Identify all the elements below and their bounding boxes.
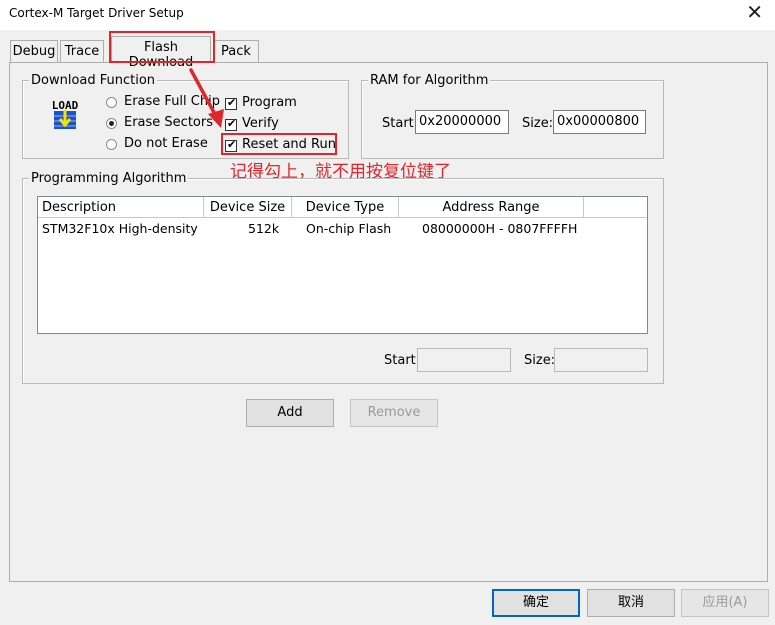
check-icon: ✔ [227, 117, 237, 130]
programming-algorithm-legend: Programming Algorithm [29, 171, 189, 186]
remove-button[interactable]: Remove [350, 399, 438, 427]
tab-pack[interactable]: Pack [213, 40, 259, 62]
cell-address-range: 08000000H - 0807FFFFH [422, 221, 578, 236]
check-icon: ✔ [227, 138, 237, 151]
download-function-legend: Download Function [29, 73, 158, 88]
check-icon: ✔ [227, 96, 237, 109]
cell-device-size: 512k [248, 221, 280, 236]
column-header-address-range[interactable]: Address Range [399, 197, 584, 218]
title-bar: Cortex-M Target Driver Setup ✕ [0, 0, 775, 30]
tab-debug[interactable]: Debug [10, 40, 58, 62]
cell-description: STM32F10x High-density ... [42, 221, 202, 236]
load-icon: LOAD [48, 98, 82, 132]
list-header: Description Device Size Device Type Addr… [38, 197, 647, 218]
checkbox-label: Reset and Run [242, 137, 336, 152]
ok-button[interactable]: 确定 [492, 589, 580, 617]
cell-device-type: On-chip Flash [306, 221, 392, 236]
cancel-button[interactable]: 取消 [587, 589, 675, 617]
tab-trace[interactable]: Trace [60, 40, 104, 62]
close-icon[interactable]: ✕ [746, 2, 763, 22]
radio-label: Erase Sectors [124, 115, 213, 130]
column-header-device-type[interactable]: Device Type [292, 197, 399, 218]
apply-button[interactable]: 应用(A) [681, 589, 769, 617]
tab-flash-download[interactable]: Flash Download [111, 36, 211, 70]
radio-label: Do not Erase [124, 136, 208, 151]
window-title: Cortex-M Target Driver Setup [9, 6, 184, 20]
ram-size-label: Size: [522, 116, 554, 131]
column-header-description[interactable]: Description [38, 197, 204, 218]
ram-legend: RAM for Algorithm [368, 73, 491, 88]
column-header-empty [584, 197, 647, 218]
radio-label: Erase Full Chip [124, 94, 220, 109]
tab-strip: Debug Trace Flash Download Pack [0, 30, 775, 70]
checkbox-box[interactable]: ✔ [225, 117, 237, 131]
algo-start-label: Start: [384, 353, 421, 368]
ram-start-label: Start: [382, 116, 419, 131]
algo-size-label: Size: [524, 353, 556, 368]
checkbox-box[interactable]: ✔ [225, 138, 237, 152]
ram-start-input[interactable]: 0x20000000 [415, 110, 509, 134]
checkbox-label: Program [242, 95, 297, 110]
radio-circle-selected[interactable] [106, 118, 117, 129]
column-header-device-size[interactable]: Device Size [204, 197, 292, 218]
add-button[interactable]: Add [246, 399, 334, 427]
checkbox-label: Verify [242, 116, 279, 131]
table-row[interactable]: STM32F10x High-density ... 512k On-chip … [38, 219, 647, 237]
algorithm-list[interactable]: Description Device Size Device Type Addr… [37, 196, 648, 334]
algo-start-input[interactable] [417, 348, 511, 372]
checkbox-box[interactable]: ✔ [225, 96, 237, 110]
radio-circle[interactable] [106, 139, 117, 150]
algo-size-input[interactable] [554, 348, 648, 372]
radio-circle[interactable] [106, 97, 117, 108]
ram-size-input[interactable]: 0x00000800 [553, 110, 646, 134]
